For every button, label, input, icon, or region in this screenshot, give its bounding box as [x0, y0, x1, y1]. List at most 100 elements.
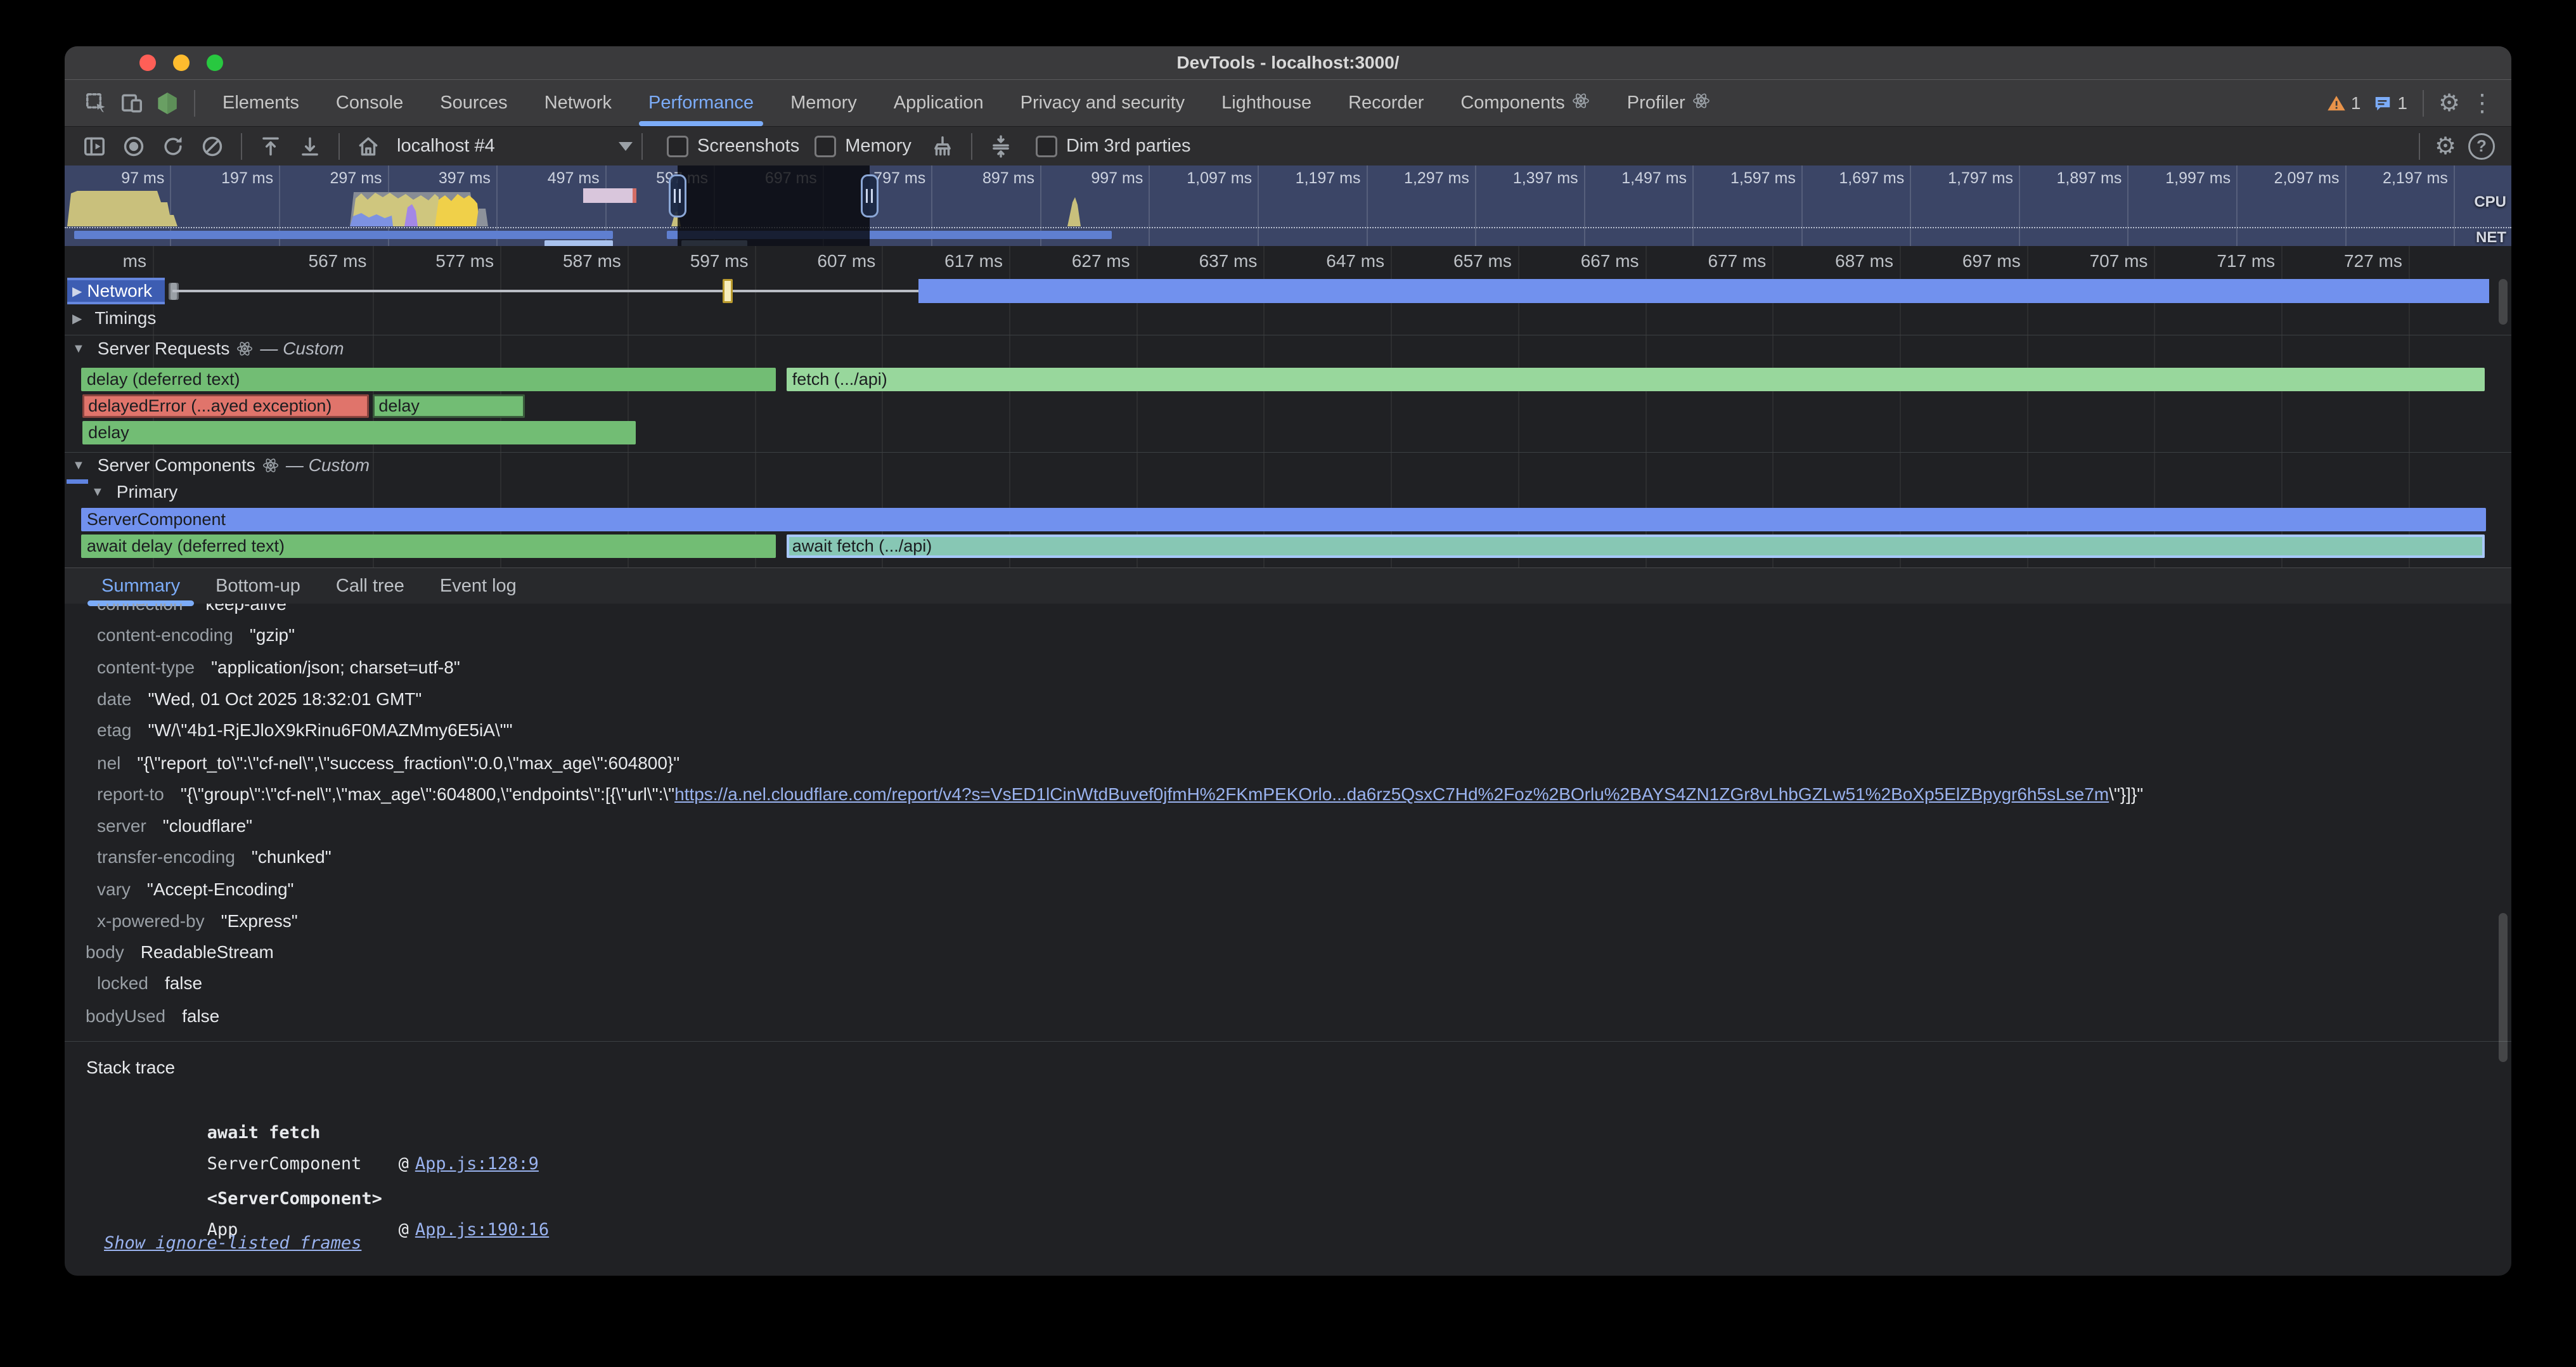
device-toolbar-icon[interactable] — [114, 84, 150, 122]
divider — [241, 133, 242, 160]
overview-time-label: 2,097 ms — [2274, 169, 2345, 188]
ruler-time-label: ms — [123, 251, 153, 271]
expand-triangle-icon[interactable]: ▶ — [72, 311, 82, 327]
network-track-header[interactable]: ▶ Network — [67, 278, 165, 304]
react-atom-icon — [262, 457, 280, 474]
reload-and-record-icon[interactable] — [153, 129, 193, 164]
save-profile-icon[interactable] — [290, 129, 330, 164]
flame-bar[interactable]: delayedError (...ayed exception) — [82, 394, 369, 418]
flame-bar[interactable]: ServerComponent — [81, 508, 2486, 531]
panel-tab[interactable]: Lighthouse — [1203, 80, 1330, 126]
property-row: date"Wed, 01 Oct 2025 18:32:01 GMT" — [65, 689, 2511, 710]
flame-bar[interactable]: delay — [373, 394, 524, 418]
primary-group-header[interactable]: ▼ Primary — [91, 482, 177, 502]
server-components-track-header[interactable]: ▼ Server Components — Custom — [72, 455, 370, 476]
network-request-block[interactable] — [723, 279, 733, 303]
details-tab[interactable]: Bottom-up — [198, 568, 318, 604]
details-tab[interactable]: Call tree — [318, 568, 422, 604]
property-value: "gzip" — [250, 625, 295, 645]
property-key: server — [97, 816, 146, 836]
ruler-time-label: 727 ms — [2344, 251, 2409, 271]
help-icon[interactable]: ? — [2462, 129, 2501, 164]
timings-track-header[interactable]: ▶ Timings — [72, 308, 156, 328]
flame-bar[interactable]: delay (deferred text) — [81, 368, 776, 391]
issues-badge[interactable]: 1 — [2373, 93, 2407, 113]
record-icon[interactable] — [114, 129, 153, 164]
selection-window[interactable] — [678, 165, 870, 246]
selection-handle-right[interactable] — [861, 174, 879, 217]
property-key: content-encoding — [97, 625, 233, 645]
timeline-overview[interactable]: 97 ms 197 ms 297 ms 397 ms — [65, 165, 2511, 247]
panel-tab[interactable]: Profiler — [1609, 80, 1729, 126]
panel-tab[interactable]: Console — [318, 80, 422, 126]
load-profile-icon[interactable] — [251, 129, 290, 164]
kebab-menu-icon[interactable]: ⋮ — [2466, 89, 2499, 117]
panel-tab[interactable]: Network — [526, 80, 630, 126]
panel-tab[interactable]: Privacy and security — [1002, 80, 1204, 126]
profile-select[interactable]: localhost #4 — [388, 136, 633, 157]
panel-tab[interactable]: Components — [1442, 80, 1608, 126]
home-icon[interactable] — [349, 129, 388, 164]
stack-frame-location-link[interactable]: App.js:190:16 — [415, 1220, 549, 1240]
flame-bar[interactable]: await delay (deferred text) — [81, 534, 776, 558]
clear-icon[interactable] — [193, 129, 232, 164]
flame-bar[interactable]: delay — [82, 421, 635, 444]
panel-tab[interactable]: Sources — [422, 80, 525, 126]
net-axis-label: NET — [2476, 229, 2506, 247]
warning-icon — [2327, 94, 2346, 113]
server-requests-track-header[interactable]: ▼ Server Requests — Custom — [72, 339, 344, 359]
titlebar[interactable]: DevTools - localhost:3000/ — [65, 46, 2511, 80]
property-row: etag"W/\"4b1-RjEJloX9kRinu6F0MAZMmy6E5iA… — [65, 720, 2511, 741]
ruler-time-label: 607 ms — [817, 251, 882, 271]
property-key: bodyUsed — [86, 1006, 165, 1026]
expand-triangle-icon[interactable]: ▶ — [72, 283, 82, 299]
screenshots-label[interactable]: Screenshots — [697, 136, 799, 157]
panel-tab[interactable]: Recorder — [1330, 80, 1442, 126]
ruler-time-label: 587 ms — [563, 251, 628, 271]
inspect-element-icon[interactable] — [79, 84, 114, 122]
flame-bar[interactable]: await fetch (.../api) — [787, 534, 2485, 558]
show-ignore-listed-frames-link[interactable]: Show ignore-listed frames — [104, 1233, 361, 1253]
collapse-triangle-icon[interactable]: ▼ — [72, 458, 85, 473]
property-value: "Express" — [221, 911, 298, 931]
collapse-triangle-icon[interactable]: ▼ — [72, 342, 85, 356]
flame-bar[interactable]: fetch (.../api) — [787, 368, 2485, 391]
network-request-bar[interactable] — [918, 279, 2489, 303]
memory-label[interactable]: Memory — [845, 136, 911, 157]
panel-tab[interactable]: Elements — [204, 80, 318, 126]
warnings-badge[interactable]: 1 — [2327, 93, 2361, 113]
property-row: lockedfalse — [65, 973, 2511, 994]
property-key: report-to — [97, 784, 164, 804]
react-atom-icon — [1571, 91, 1590, 115]
collapse-triangle-icon[interactable]: ▼ — [91, 485, 104, 500]
stack-frame-location-link[interactable]: App.js:128:9 — [415, 1154, 539, 1174]
nodejs-icon[interactable] — [150, 84, 185, 122]
garbage-collect-icon[interactable] — [923, 129, 962, 164]
message-icon — [2373, 94, 2392, 113]
ruler-time-label: 697 ms — [1962, 251, 2027, 271]
property-value: ReadableStream — [141, 942, 274, 962]
flame-chart[interactable]: ms 567 ms 577 ms 587 ms — [65, 246, 2511, 567]
property-link[interactable]: https://a.nel.cloudflare.com/report/v4?s… — [674, 784, 2109, 804]
details-scrollbar-thumb[interactable] — [2499, 913, 2508, 1062]
details-tab[interactable]: Summary — [84, 568, 198, 604]
selection-handle-left[interactable] — [669, 174, 686, 217]
flame-scrollbar-thumb[interactable] — [2499, 279, 2508, 325]
memory-checkbox[interactable] — [815, 136, 836, 157]
property-key: etag — [97, 720, 132, 740]
property-value: "Accept-Encoding" — [147, 879, 294, 899]
panel-tab[interactable]: Performance — [630, 80, 772, 126]
panel-tab[interactable]: Application — [875, 80, 1002, 126]
capture-settings-gear-icon[interactable]: ⚙ — [2429, 132, 2462, 160]
settings-gear-icon[interactable]: ⚙ — [2433, 89, 2466, 117]
panel-tab[interactable]: Memory — [772, 80, 875, 126]
screenshots-checkbox[interactable] — [667, 136, 688, 157]
collapse-tracks-icon[interactable] — [981, 129, 1021, 164]
toggle-sidebar-icon[interactable] — [75, 129, 114, 164]
ruler-time-label: 687 ms — [1835, 251, 1900, 271]
property-key: x-powered-by — [97, 911, 205, 931]
dim-3rd-parties-checkbox[interactable] — [1036, 136, 1057, 157]
overview-time-label: 1,497 ms — [1621, 169, 1692, 188]
dim-3rd-parties-label[interactable]: Dim 3rd parties — [1066, 136, 1191, 157]
details-tab[interactable]: Event log — [422, 568, 534, 604]
